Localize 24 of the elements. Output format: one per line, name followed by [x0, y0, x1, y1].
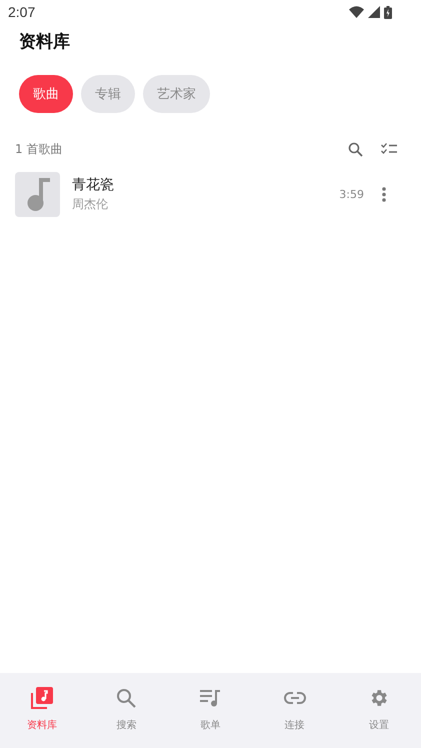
song-duration: 3:59 [339, 188, 364, 201]
filter-chip[interactable]: 歌曲 [19, 75, 73, 113]
more-options-icon[interactable] [382, 187, 386, 202]
nav-tab[interactable]: 搜索 [96, 687, 156, 732]
filter-chip[interactable]: 艺术家 [143, 75, 210, 113]
nav-tab[interactable]: 歌单 [180, 687, 240, 732]
search-icon [116, 687, 136, 709]
wifi-icon [349, 6, 364, 18]
song-title: 青花瓷 [72, 176, 115, 194]
song-artist: 周杰伦 [72, 196, 109, 213]
filter-chip[interactable]: 专辑 [81, 75, 135, 113]
playlist-icon [200, 687, 221, 709]
page-title: 资料库 [19, 31, 71, 53]
nav-tab[interactable]: 连接 [264, 687, 325, 732]
checklist-icon[interactable] [381, 143, 397, 155]
signal-icon [368, 6, 380, 18]
music-note-icon [26, 178, 50, 212]
nav-tab[interactable]: 设置 [348, 687, 409, 732]
song-count: 1 首歌曲 [15, 140, 62, 158]
status-time: 2:07 [8, 4, 36, 20]
music-library-icon [31, 687, 54, 709]
nav-tab[interactable]: 资料库 [12, 687, 72, 732]
battery-icon [384, 6, 392, 18]
search-icon[interactable] [348, 142, 363, 156]
